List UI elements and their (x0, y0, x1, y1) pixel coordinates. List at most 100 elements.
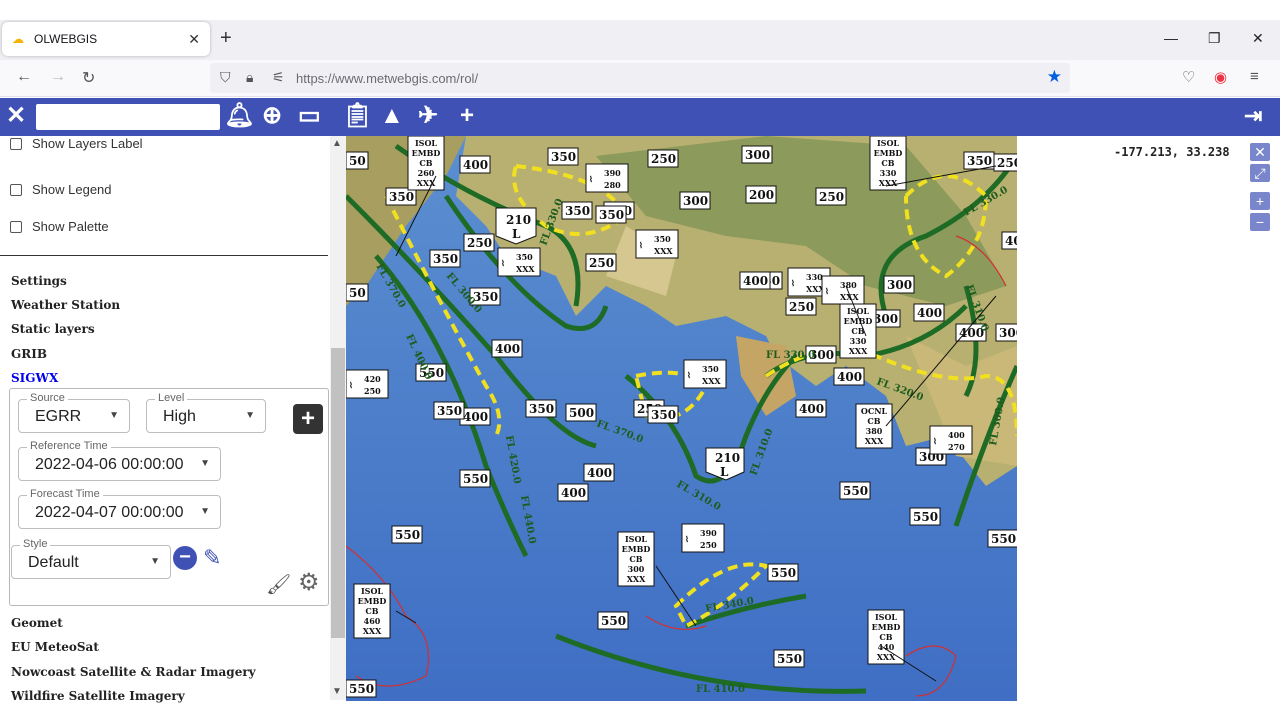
sidebar-scrollbar-thumb[interactable] (331, 348, 345, 638)
flight-level-box: 550 (346, 679, 377, 698)
show-legend-checkbox[interactable]: Show Legend (10, 182, 112, 197)
back-icon[interactable]: ← (16, 68, 32, 86)
section-grib[interactable]: GRIB (11, 347, 47, 361)
cb-text: XXX (849, 346, 868, 356)
map-canvas[interactable]: 5040035025030040020025030035035025035025… (346, 136, 1017, 701)
map-close-icon[interactable]: ✕ (1250, 143, 1270, 161)
section-settings[interactable]: Settings (11, 274, 67, 288)
turbulence-symbol-icon: ⌇ (687, 370, 691, 380)
browser-tab[interactable]: ☁ OLWEBGIS ✕ (2, 22, 210, 56)
checkbox-box[interactable] (10, 220, 22, 233)
section-static-layers[interactable]: Static layers (11, 322, 95, 336)
window-close-icon[interactable]: ✕ (1252, 30, 1264, 47)
flight-level-box: 350 (963, 151, 995, 170)
section-eu-meteosat[interactable]: EU MeteoSat (11, 640, 99, 654)
section-sigwx[interactable]: SIGWX (11, 371, 58, 385)
section-weather-station[interactable]: Weather Station (11, 298, 120, 312)
search-input[interactable] (36, 104, 220, 130)
turbulence-top: 380 (840, 280, 857, 290)
new-tab-icon[interactable]: + (220, 28, 232, 48)
map-side-area (1017, 136, 1280, 720)
flight-level-value: 550 (991, 532, 1016, 546)
clipboard-icon[interactable]: 📋︎ (342, 102, 372, 130)
flight-level-value: 350 (437, 404, 462, 418)
close-panel-icon[interactable]: ✕ (6, 102, 26, 130)
zoom-out-button[interactable]: − (1250, 213, 1270, 231)
cb-box: ISOLEMBDCB300XXX (617, 531, 655, 587)
section-geomet[interactable]: Geomet (11, 616, 63, 630)
flight-level-value: 400 (837, 370, 862, 384)
cb-text: XXX (363, 626, 382, 636)
pocket-icon[interactable]: ♡ (1182, 68, 1195, 86)
globe-icon[interactable]: ⊕ (262, 102, 282, 130)
flight-level-box: 300 (883, 275, 915, 294)
bookmark-star-icon[interactable]: ★ (1047, 67, 1062, 87)
sigwx-map[interactable]: 5040035025030040020025030035035025035025… (346, 136, 1017, 701)
turbulence-bottom: 250 (700, 540, 717, 550)
flight-level-box: 350 (595, 205, 627, 224)
chevron-down-icon: ▼ (200, 506, 210, 517)
menu-icon[interactable]: ≡ (1250, 68, 1259, 85)
show-palette-checkbox[interactable]: Show Palette (10, 219, 109, 234)
level-select[interactable]: Level High ▼ (146, 392, 266, 433)
section-nowcoast[interactable]: Nowcoast Satellite & Radar Imagery (11, 665, 256, 679)
flight-level-box: 400 (583, 463, 615, 482)
window-icon[interactable]: ▭ (298, 102, 321, 130)
add-icon[interactable]: + (460, 102, 474, 130)
checkbox-box[interactable] (10, 137, 22, 150)
source-value: EGRR (35, 408, 82, 425)
section-wildfire[interactable]: Wildfire Satellite Imagery (11, 689, 185, 703)
flight-departure-icon[interactable]: ✈ (418, 102, 438, 130)
flight-level-box: 350 (647, 405, 679, 424)
flight-level-value: 350 (389, 190, 414, 204)
cb-text: ISOL (847, 306, 869, 316)
alert-icon[interactable]: 🔔︎ (224, 102, 254, 130)
turbulence-bottom: XXX (516, 264, 535, 274)
style-label: Style (20, 538, 51, 550)
cb-text: ISOL (875, 612, 897, 622)
zoom-in-button[interactable]: + (1250, 192, 1270, 210)
gear-icon[interactable]: ⚙ (298, 568, 320, 597)
show-layers-label-checkbox[interactable]: Show Layers Label (10, 136, 143, 151)
forward-icon[interactable]: → (50, 68, 66, 86)
forecast-time-select[interactable]: Forecast Time 2022-04-07 00:00:00 ▼ (18, 488, 221, 529)
source-select[interactable]: Source EGRR ▼ (18, 392, 130, 433)
paint-brush-icon[interactable]: 🖌︎ (266, 572, 291, 597)
checkbox-box[interactable] (10, 183, 22, 196)
lock-icon[interactable]: 🔒︎ (246, 69, 253, 86)
turbulence-top: 350 (516, 252, 533, 262)
add-layer-button[interactable]: + (293, 404, 323, 434)
edit-pencil-icon[interactable]: ✎ (203, 545, 221, 571)
remove-style-button[interactable]: − (173, 546, 197, 570)
turbulence-top: 400 (948, 430, 965, 440)
cb-text: ISOL (415, 138, 437, 148)
shield-icon[interactable]: ⛉ (220, 69, 231, 86)
scroll-down-icon[interactable]: ▼ (332, 686, 342, 697)
flight-level-box: 350 (429, 249, 461, 268)
tab-close-icon[interactable]: ✕ (188, 31, 200, 48)
flight-level-value: 250 (651, 152, 676, 166)
reload-icon[interactable]: ↻ (82, 68, 95, 88)
restore-icon[interactable]: ❐ (1208, 30, 1221, 47)
style-select[interactable]: Style Default ▼ (11, 538, 171, 579)
scroll-up-icon[interactable]: ▲ (332, 138, 342, 149)
flight-level-value: 400 (1005, 234, 1017, 248)
sigwx-panel: Source EGRR ▼ Level High ▼ + Reference T… (9, 388, 329, 606)
permissions-icon[interactable]: ⚟ (272, 69, 285, 86)
cb-text: ISOL (625, 534, 647, 544)
extension-icon[interactable]: ◉ (1214, 68, 1227, 86)
turbulence-symbol-icon: ⌇ (825, 286, 829, 296)
turbulence-top: 350 (654, 234, 671, 244)
flight-level-value: 200 (749, 188, 774, 202)
turbulence-bottom: 250 (364, 386, 381, 396)
logout-icon[interactable]: ⇥ (1244, 102, 1262, 130)
reference-time-select[interactable]: Reference Time 2022-04-06 00:00:00 ▼ (18, 440, 221, 481)
turbulence-box: ⌇ 350 XXX (635, 229, 679, 259)
address-bar[interactable]: ⛉ 🔒︎ ⚟ https://www.metwebgis.com/rol/ ★ (210, 63, 1070, 93)
flight-level-value: 550 (913, 510, 938, 524)
fullscreen-icon[interactable]: ⤢ (1250, 164, 1270, 182)
cursor-coordinates: -177.213, 33.238 (1114, 145, 1230, 159)
flight-level-box: 50 (346, 283, 369, 302)
shapes-icon[interactable]: ▲ (380, 102, 404, 130)
minimize-icon[interactable]: — (1164, 30, 1178, 46)
